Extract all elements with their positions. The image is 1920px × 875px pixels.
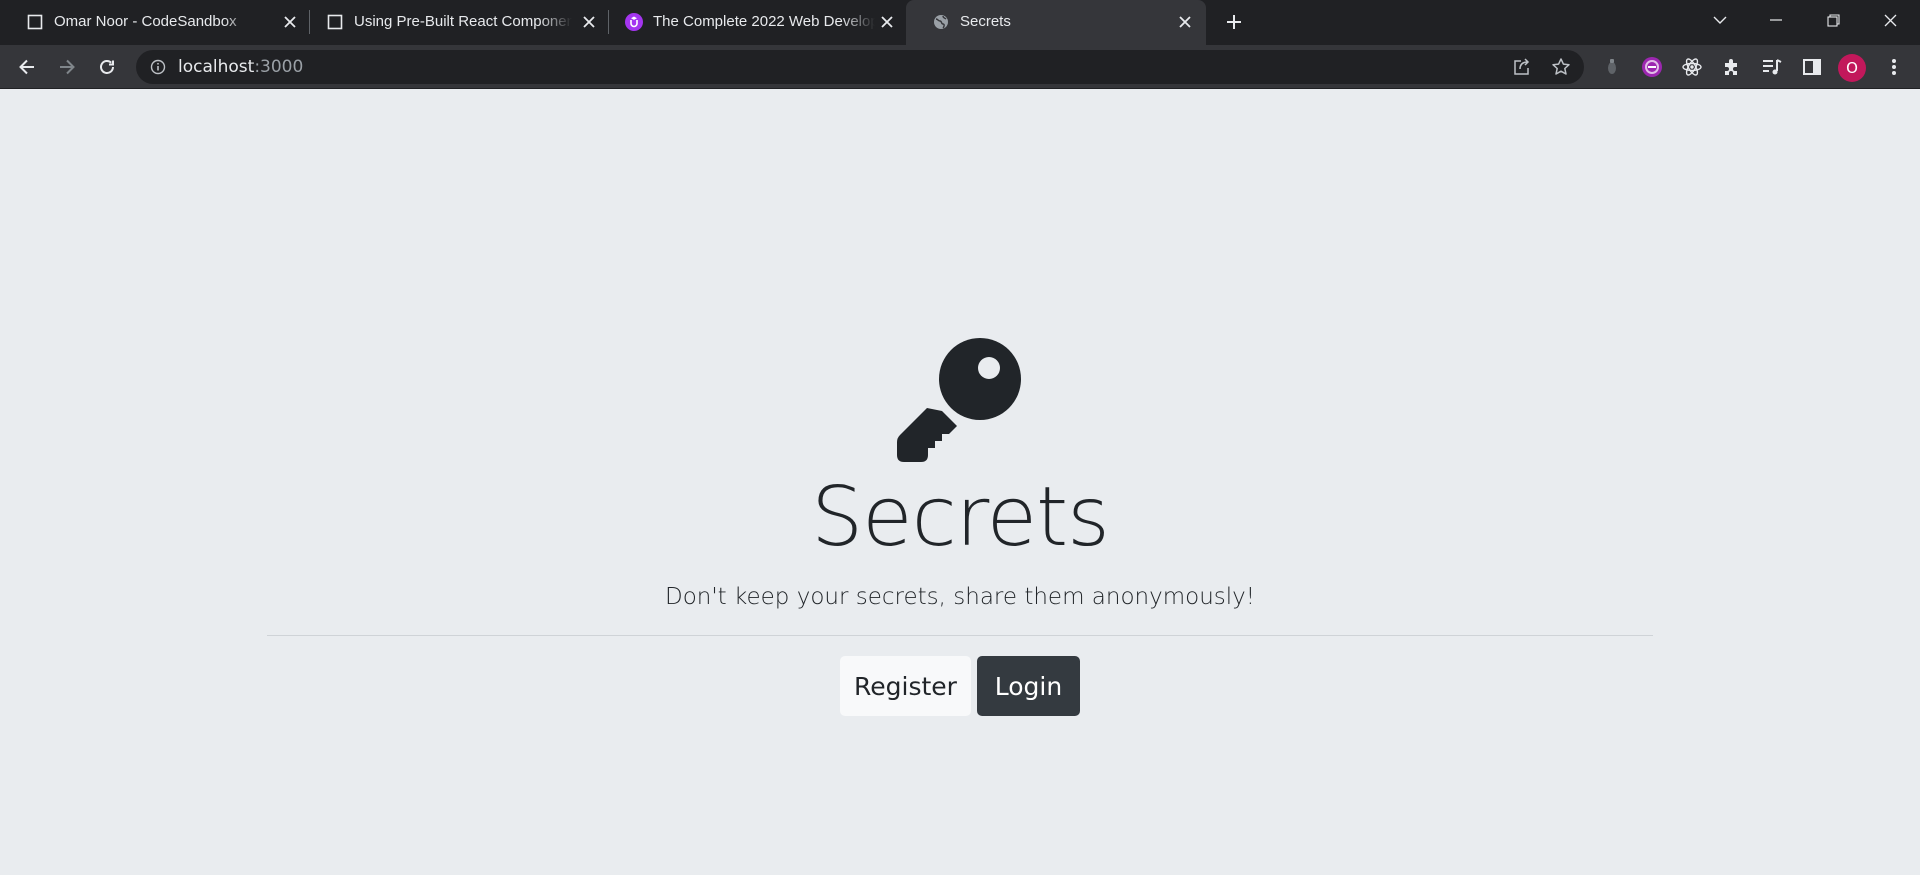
forward-button[interactable] bbox=[51, 51, 83, 83]
close-tab-icon[interactable] bbox=[1173, 10, 1197, 34]
tab-web-dev-bootcamp[interactable]: The Complete 2022 Web Development Bootca… bbox=[599, 0, 905, 45]
menu-kebab-icon[interactable] bbox=[1882, 55, 1906, 79]
browser-toolbar: localhost:3000 O bbox=[0, 45, 1920, 89]
tab-codesandbox-profile[interactable]: Omar Noor - CodeSandbox bbox=[0, 0, 300, 45]
divider bbox=[267, 635, 1653, 636]
tab-secrets[interactable]: Secrets bbox=[906, 0, 1206, 45]
profile-avatar[interactable]: O bbox=[1838, 54, 1866, 82]
close-window-button[interactable] bbox=[1862, 0, 1918, 40]
side-panel-icon[interactable] bbox=[1800, 55, 1824, 79]
tab-react-components[interactable]: Using Pre-Built React Components bbox=[300, 0, 600, 45]
close-tab-icon[interactable] bbox=[875, 10, 899, 34]
register-button[interactable]: Register bbox=[840, 656, 971, 716]
url-text[interactable]: localhost:3000 bbox=[178, 58, 303, 76]
tagline: Don't keep your secrets, share them anon… bbox=[665, 584, 1255, 610]
tab-strip: Omar Noor - CodeSandbox Using Pre-Built … bbox=[0, 0, 1920, 45]
bookmark-star-icon[interactable] bbox=[1549, 55, 1573, 79]
site-info-icon[interactable] bbox=[150, 59, 166, 75]
address-bar[interactable]: localhost:3000 bbox=[136, 50, 1584, 84]
new-tab-button[interactable] bbox=[1220, 8, 1248, 36]
back-button[interactable] bbox=[11, 51, 43, 83]
key-icon bbox=[897, 338, 1021, 462]
globe-icon bbox=[932, 13, 950, 31]
close-tab-icon[interactable] bbox=[278, 10, 302, 34]
media-controls-icon[interactable] bbox=[1760, 55, 1784, 79]
tab-title: The Complete 2022 Web Development Bootca… bbox=[653, 13, 875, 30]
close-tab-icon[interactable] bbox=[577, 10, 601, 34]
tab-title: Using Pre-Built React Components bbox=[354, 13, 572, 30]
page-content: Secrets Don't keep your secrets, share t… bbox=[0, 90, 1920, 875]
extension-purple-icon[interactable] bbox=[1640, 55, 1664, 79]
codesandbox-icon bbox=[26, 13, 44, 31]
share-icon[interactable] bbox=[1510, 55, 1534, 79]
extensions-puzzle-icon[interactable] bbox=[1720, 55, 1744, 79]
udemy-icon bbox=[625, 13, 643, 31]
login-button[interactable]: Login bbox=[977, 656, 1080, 716]
codesandbox-icon bbox=[326, 13, 344, 31]
tab-title: Secrets bbox=[960, 13, 1011, 30]
reload-button[interactable] bbox=[91, 51, 123, 83]
url-port: :3000 bbox=[254, 57, 304, 77]
minimize-button[interactable] bbox=[1748, 0, 1804, 40]
page-title: Secrets bbox=[811, 470, 1110, 565]
url-host: localhost bbox=[178, 57, 255, 77]
tab-title: Omar Noor - CodeSandbox bbox=[54, 13, 237, 30]
tab-search-icon[interactable] bbox=[1692, 0, 1748, 40]
extension-lamp-icon[interactable] bbox=[1600, 55, 1624, 79]
restore-button[interactable] bbox=[1805, 0, 1861, 40]
react-devtools-icon[interactable] bbox=[1680, 55, 1704, 79]
